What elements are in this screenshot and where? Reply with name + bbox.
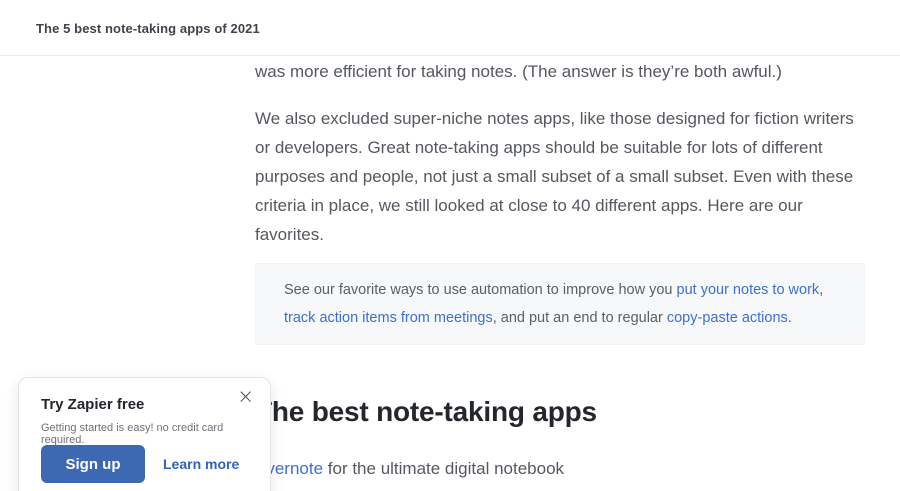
list-item-evernote: Evernote for the ultimate digital notebo…	[255, 454, 870, 483]
list-item-text: for the ultimate digital notebook	[323, 459, 565, 478]
popup-title: Try Zapier free	[41, 396, 145, 413]
section-heading-best-apps: The best note-taking apps	[255, 396, 597, 427]
tip-text: ,	[819, 282, 824, 298]
tip-text: See our favorite ways to use automation …	[284, 282, 677, 298]
tip-text: , and put an end to regular	[492, 310, 667, 326]
close-icon[interactable]: ×	[237, 386, 254, 406]
link-track-action-items[interactable]: track action items from meetings	[284, 310, 493, 326]
tip-text: .	[787, 310, 792, 326]
signup-popup: Try Zapier free × Getting started is eas…	[18, 377, 271, 491]
paragraph-criteria: We also excluded super-niche notes apps,…	[255, 109, 854, 244]
popup-subtitle: Getting started is easy! no credit card …	[41, 422, 224, 446]
automation-tip-box: See our favorite ways to use automation …	[255, 263, 865, 345]
learn-more-link[interactable]: Learn more	[163, 456, 239, 472]
article-title-breadcrumb: The 5 best note-taking apps of 2021	[36, 21, 260, 36]
paragraph-partial: was more efficient for taking notes. (Th…	[255, 62, 782, 81]
popup-actions: Sign up Learn more	[41, 445, 256, 483]
sticky-article-header: The 5 best note-taking apps of 2021	[0, 0, 900, 56]
link-put-notes-to-work[interactable]: put your notes to work	[677, 282, 820, 298]
article-page: The 5 best note-taking apps of 2021 was …	[0, 0, 900, 491]
sign-up-button[interactable]: Sign up	[41, 445, 145, 483]
link-copy-paste-actions[interactable]: copy-paste actions	[667, 310, 788, 326]
